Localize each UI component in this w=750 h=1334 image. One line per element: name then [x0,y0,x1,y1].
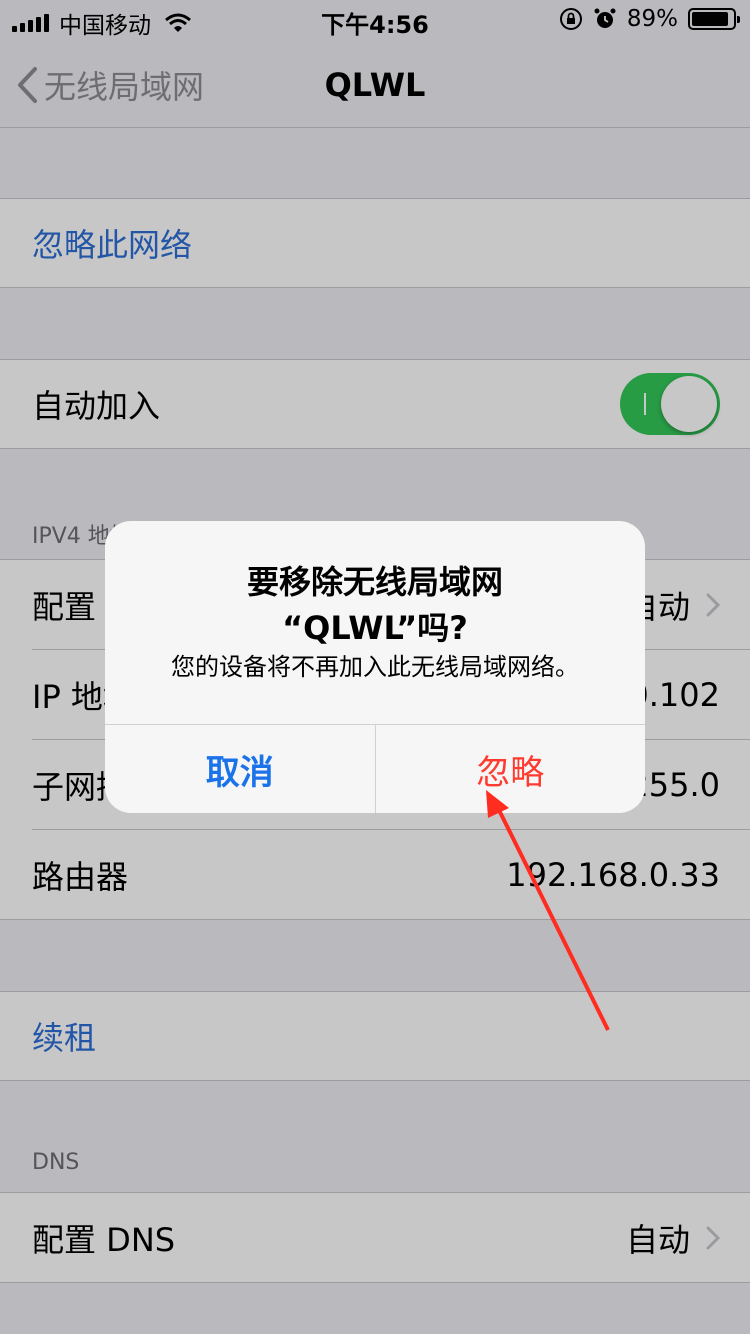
cancel-button[interactable]: 取消 [105,725,376,813]
alert-title-line-1: 要移除无线局域网 [246,563,503,601]
forget-button[interactable]: 忽略 [376,725,646,813]
alert-message: 您的设备将不再加入此无线局域网络。 [171,653,579,681]
alert-title-line-2: “QLWL”吗? [282,609,468,647]
alert-actions: 取消 忽略 [105,724,645,813]
alert-title: 要移除无线局域网 “QLWL”吗? [125,559,625,651]
forget-network-alert: 要移除无线局域网 “QLWL”吗? 您的设备将不再加入此无线局域网络。 取消 忽… [105,521,645,813]
